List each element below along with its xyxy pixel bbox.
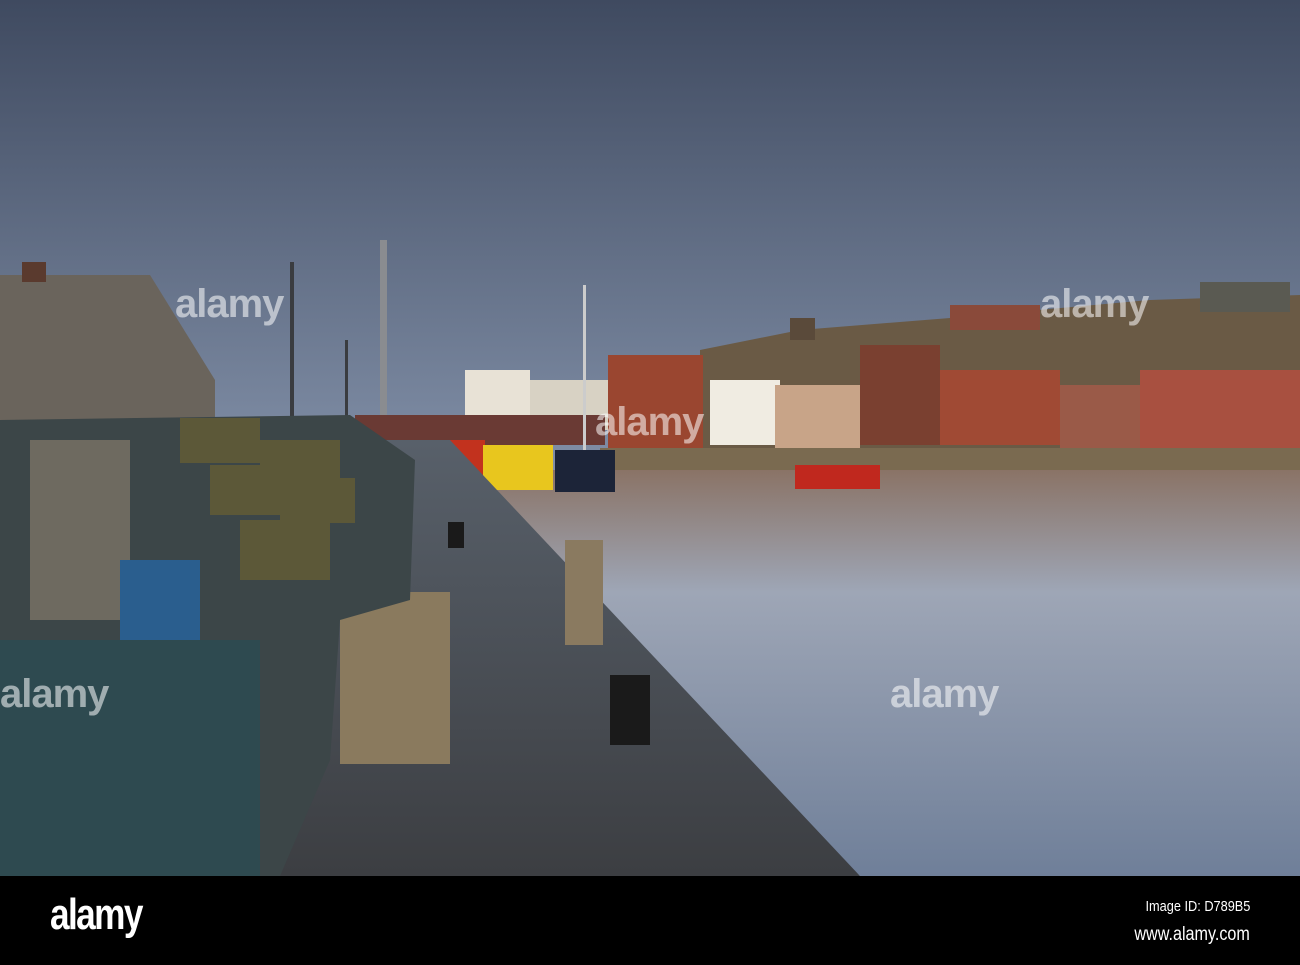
bollard <box>610 675 650 745</box>
watermark: alamy <box>175 282 284 326</box>
wooden-post <box>565 540 603 645</box>
image-id: Image ID: D789B5 <box>1145 898 1250 915</box>
lobster-pot-front <box>30 440 130 620</box>
lamp-post <box>290 262 294 422</box>
yellow-boat <box>483 445 553 490</box>
blue-boat <box>555 450 615 492</box>
alamy-logo: alamy <box>50 890 143 939</box>
harbour-wall <box>600 448 1300 473</box>
website-link[interactable]: www.alamy.com <box>1135 924 1250 946</box>
church-tower <box>790 318 815 340</box>
watermark: alamy <box>595 400 704 444</box>
wooden-box <box>340 592 450 764</box>
bollard <box>448 522 464 548</box>
lamp-post <box>380 240 387 440</box>
watermark: alamy <box>1040 282 1149 326</box>
watermark: alamy <box>0 672 109 716</box>
watermark: alamy <box>890 672 999 716</box>
footer-bar: alamy Image ID: D789B5 www.alamy.com <box>0 876 1300 965</box>
fishing-boat <box>795 465 880 489</box>
